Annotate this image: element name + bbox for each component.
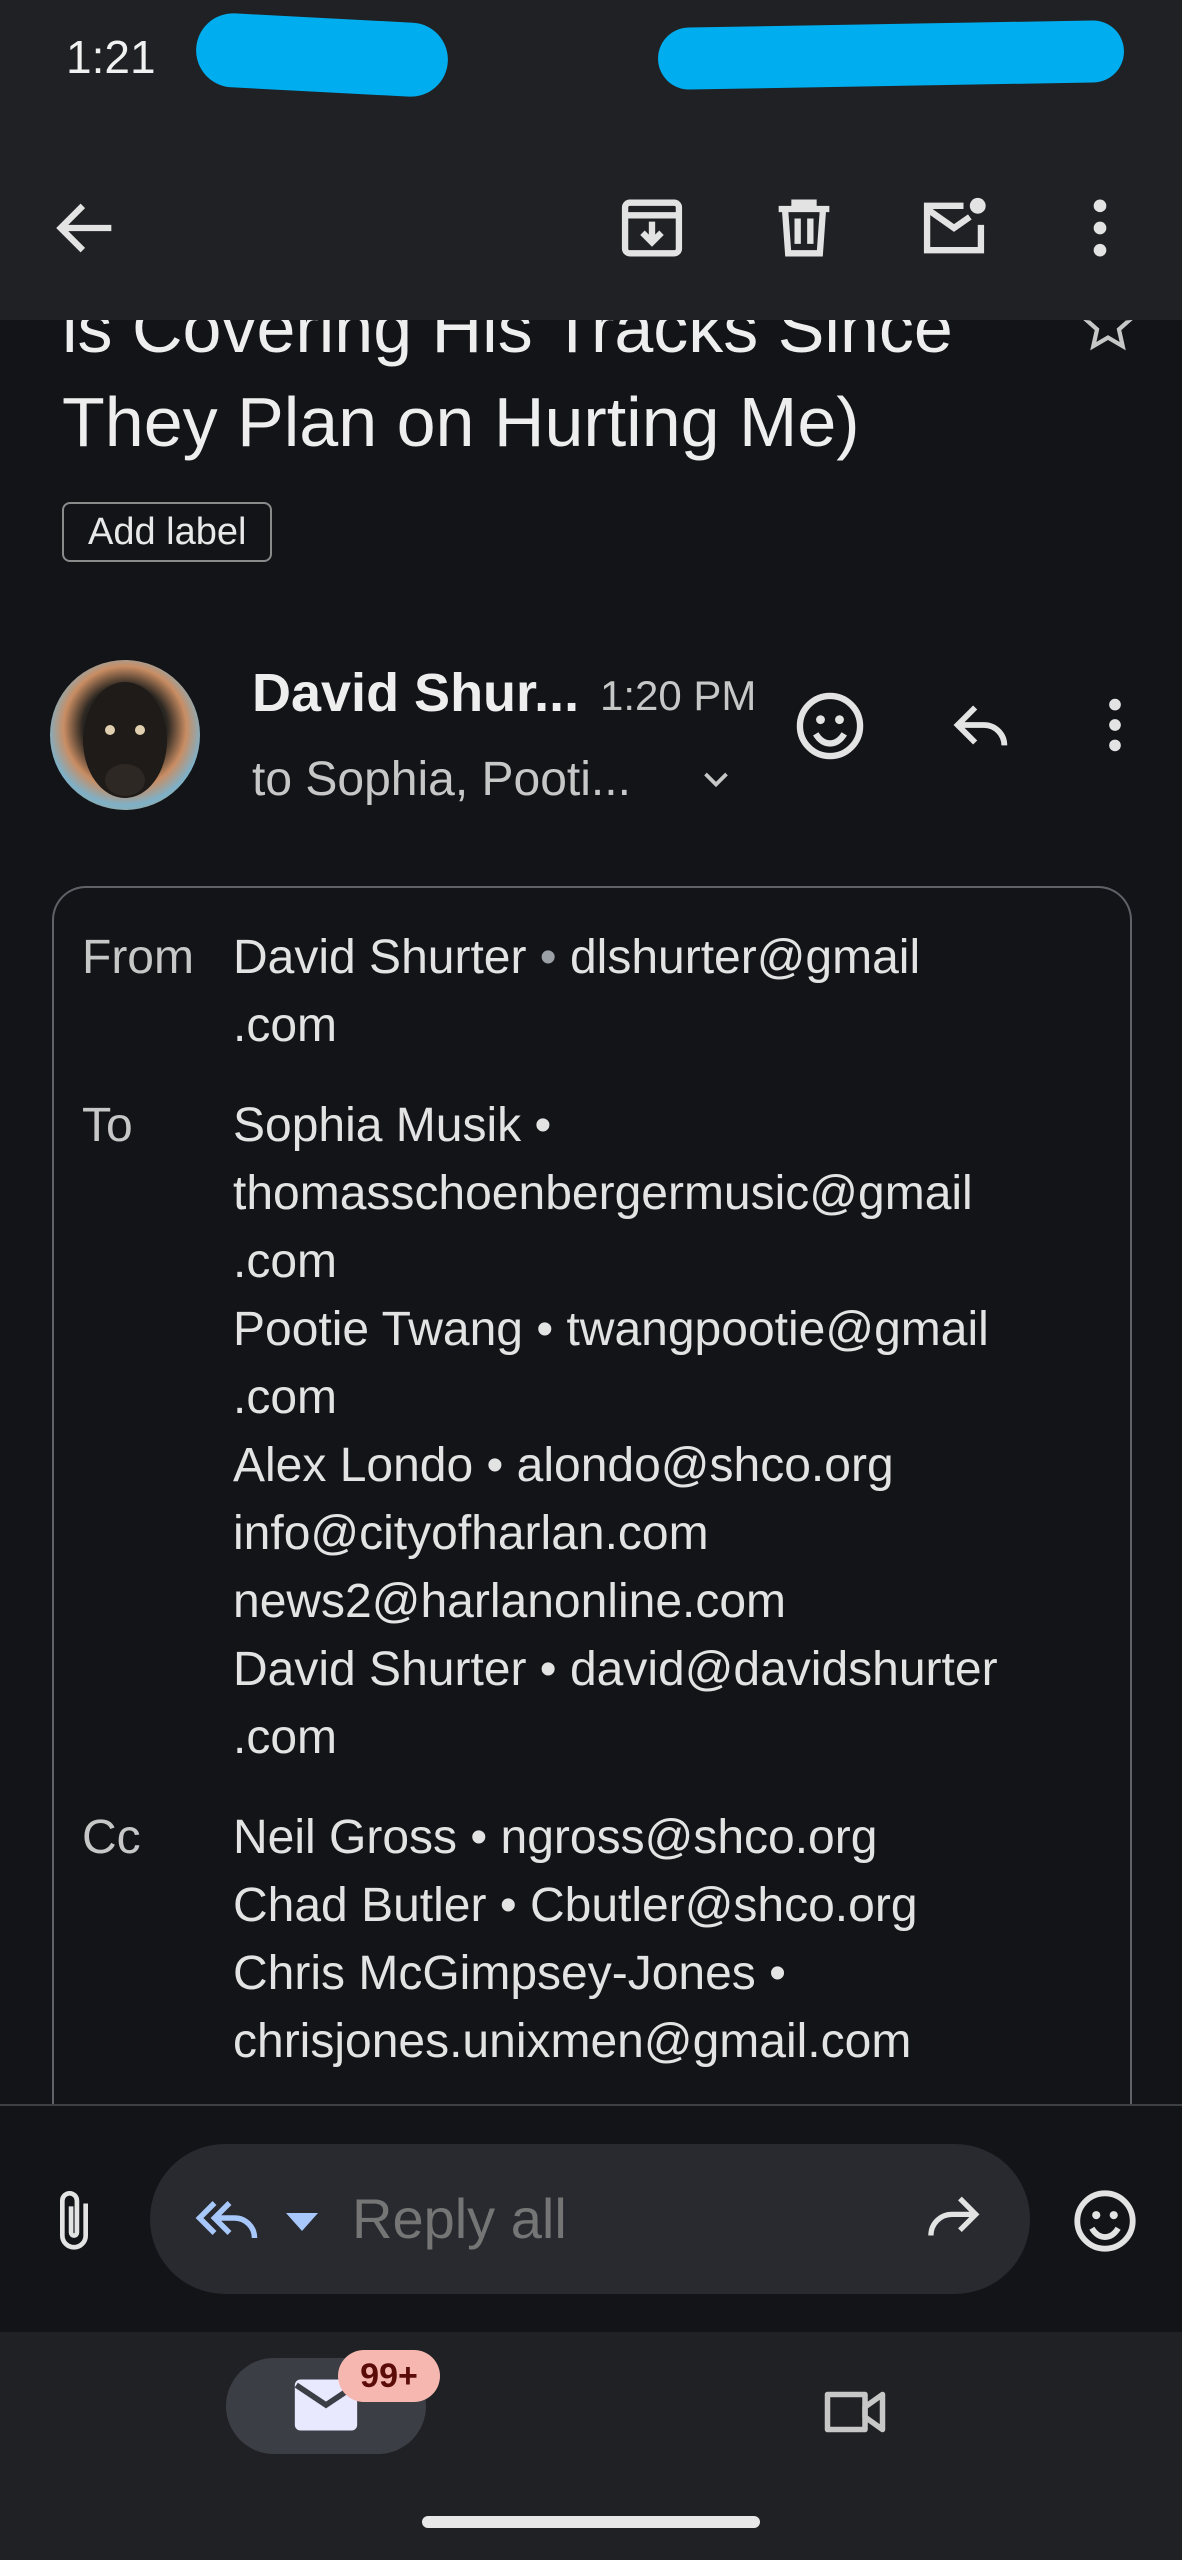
dog-photo-icon: [83, 682, 167, 798]
to-line[interactable]: .com: [233, 1234, 337, 1289]
trash-icon[interactable]: [766, 190, 842, 266]
from-label: From: [82, 931, 194, 984]
unread-count-badge: 99+: [338, 2350, 440, 2402]
from-name: David Shurter: [233, 931, 527, 984]
back-arrow-icon[interactable]: [48, 190, 124, 266]
to-line[interactable]: David Shurter • david@davidshurter: [233, 1642, 998, 1697]
reply-all-input[interactable]: [352, 2186, 872, 2251]
to-line[interactable]: thomasschoenbergermusic@gmail: [233, 1166, 973, 1221]
to-line[interactable]: info@cityofharlan.com: [233, 1506, 709, 1561]
from-email: dlshurter@gmail: [569, 931, 921, 984]
to-line[interactable]: Alex Londo • alondo@shco.org: [233, 1438, 894, 1493]
forward-icon[interactable]: [918, 2188, 986, 2246]
to-line[interactable]: .com: [233, 1710, 337, 1765]
cc-line[interactable]: Neil Gross • ngross@shco.org: [233, 1810, 877, 1865]
video-camera-icon[interactable]: [820, 2384, 890, 2440]
subject-line-1: is Covering His Tracks Since: [62, 320, 953, 367]
app-bar: [0, 120, 1182, 320]
redaction-mark-left: [194, 11, 450, 99]
cc-line[interactable]: Chad Butler • Cbutler@shco.org: [233, 1878, 918, 1933]
add-reaction-icon[interactable]: [792, 688, 868, 764]
cc-line[interactable]: Chris McGimpsey-Jones •: [233, 1946, 786, 2001]
avatar[interactable]: [50, 660, 200, 810]
separator-dot: •: [526, 931, 570, 984]
subject-area: is Covering His Tracks Since They Plan o…: [0, 320, 1182, 490]
from-email-wrap: .com: [233, 999, 338, 1052]
sender-name[interactable]: David Shur...: [252, 662, 579, 724]
redaction-mark-right: [657, 19, 1125, 91]
home-indicator[interactable]: [422, 2516, 760, 2528]
status-time: 1:21: [66, 31, 156, 83]
message-more-icon[interactable]: [1100, 690, 1130, 760]
reply-all-icon[interactable]: [192, 2188, 262, 2248]
status-bar: 1:21: [0, 0, 1182, 120]
recipients-summary[interactable]: to Sophia, Pooti...: [252, 752, 631, 807]
chevron-down-icon[interactable]: [698, 762, 734, 798]
to-label: To: [82, 1099, 133, 1152]
to-line[interactable]: .com: [233, 1370, 337, 1425]
cc-line[interactable]: chrisjones.unixmen@gmail.com: [233, 2014, 911, 2069]
to-line[interactable]: Sophia Musik •: [233, 1098, 551, 1153]
from-address[interactable]: David Shurter • dlshurter@gmail: [233, 930, 920, 985]
emoji-icon[interactable]: [1070, 2186, 1140, 2256]
more-vert-icon[interactable]: [1062, 190, 1138, 266]
archive-icon[interactable]: [614, 190, 690, 266]
star-icon[interactable]: [1080, 320, 1136, 352]
subject-line-2: They Plan on Hurting Me): [62, 383, 860, 461]
sender-time: 1:20 PM: [600, 672, 757, 719]
to-line[interactable]: Pootie Twang • twangpootie@gmail: [233, 1302, 989, 1357]
add-label-chip[interactable]: Add label: [62, 502, 273, 562]
to-line[interactable]: news2@harlanonline.com: [233, 1574, 786, 1629]
attachment-icon[interactable]: [46, 2186, 102, 2256]
reply-icon[interactable]: [946, 690, 1016, 760]
reply-type-dropdown-icon[interactable]: [282, 2206, 322, 2236]
cc-label: Cc: [82, 1811, 141, 1864]
mark-unread-icon[interactable]: [916, 190, 992, 266]
